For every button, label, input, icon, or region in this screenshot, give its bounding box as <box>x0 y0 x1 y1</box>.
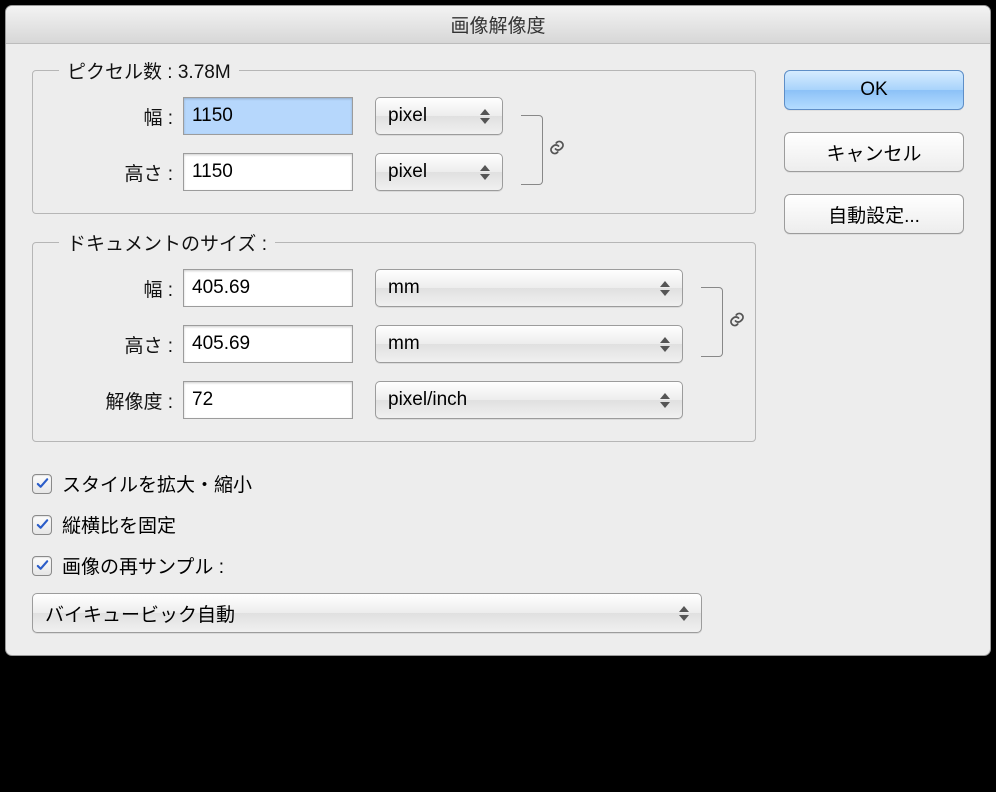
stepper-icon <box>660 278 674 298</box>
document-size-group: ドキュメントのサイズ : 幅 : mm 高さ : <box>32 242 756 442</box>
pixel-link-bracket <box>521 115 543 185</box>
pixel-dimensions-legend: ピクセル数 : 3.78M <box>59 57 239 84</box>
auto-button[interactable]: 自動設定... <box>784 194 964 234</box>
checkbox-icon <box>32 556 52 576</box>
stepper-icon <box>480 106 494 126</box>
pixel-rows: 幅 : pixel 高さ : pixel <box>53 97 503 191</box>
stepper-icon <box>480 162 494 182</box>
constrain-label: 縦横比を固定 <box>62 511 176 538</box>
dialog-content: ピクセル数 : 3.78M 幅 : pixel 高さ <box>6 44 990 655</box>
doc-height-input[interactable] <box>183 325 353 363</box>
scale-styles-checkbox[interactable]: スタイルを拡大・縮小 <box>32 470 756 497</box>
doc-height-label: 高さ : <box>53 331 183 358</box>
document-size-legend: ドキュメントのサイズ : <box>59 229 275 256</box>
dialog-window: 画像解像度 ピクセル数 : 3.78M 幅 : pixel <box>5 5 991 656</box>
pixel-height-label: 高さ : <box>53 159 183 186</box>
doc-link-bracket <box>701 287 723 357</box>
doc-width-input[interactable] <box>183 269 353 307</box>
link-icon <box>728 311 746 334</box>
dialog-title: 画像解像度 <box>450 11 545 38</box>
pixel-width-input[interactable] <box>183 97 353 135</box>
doc-height-unit-select[interactable]: mm <box>375 325 683 363</box>
right-column: OK キャンセル 自動設定... <box>784 70 964 633</box>
checkbox-icon <box>32 474 52 494</box>
resample-checkbox[interactable]: 画像の再サンプル : <box>32 552 756 579</box>
resample-method-select[interactable]: バイキュービック自動 <box>32 593 702 633</box>
resample-label: 画像の再サンプル : <box>62 552 224 579</box>
pixel-height-input[interactable] <box>183 153 353 191</box>
pixel-height-unit-select[interactable]: pixel <box>375 153 503 191</box>
doc-width-label: 幅 : <box>53 275 183 302</box>
doc-rows: 幅 : mm 高さ : mm <box>53 269 683 363</box>
scale-styles-label: スタイルを拡大・縮小 <box>62 470 252 497</box>
resolution-unit-select[interactable]: pixel/inch <box>375 381 683 419</box>
checkbox-icon <box>32 515 52 535</box>
resolution-label: 解像度 : <box>53 387 183 414</box>
pixel-width-unit-select[interactable]: pixel <box>375 97 503 135</box>
ok-button[interactable]: OK <box>784 70 964 110</box>
stepper-icon <box>660 390 674 410</box>
left-column: ピクセル数 : 3.78M 幅 : pixel 高さ <box>32 70 756 633</box>
stepper-icon <box>660 334 674 354</box>
link-icon <box>548 139 566 162</box>
stepper-icon <box>679 603 693 623</box>
resolution-input[interactable] <box>183 381 353 419</box>
doc-width-unit-select[interactable]: mm <box>375 269 683 307</box>
pixel-width-label: 幅 : <box>53 103 183 130</box>
cancel-button[interactable]: キャンセル <box>784 132 964 172</box>
title-bar: 画像解像度 <box>6 6 990 44</box>
pixel-dimensions-group: ピクセル数 : 3.78M 幅 : pixel 高さ <box>32 70 756 214</box>
constrain-proportions-checkbox[interactable]: 縦横比を固定 <box>32 511 756 538</box>
